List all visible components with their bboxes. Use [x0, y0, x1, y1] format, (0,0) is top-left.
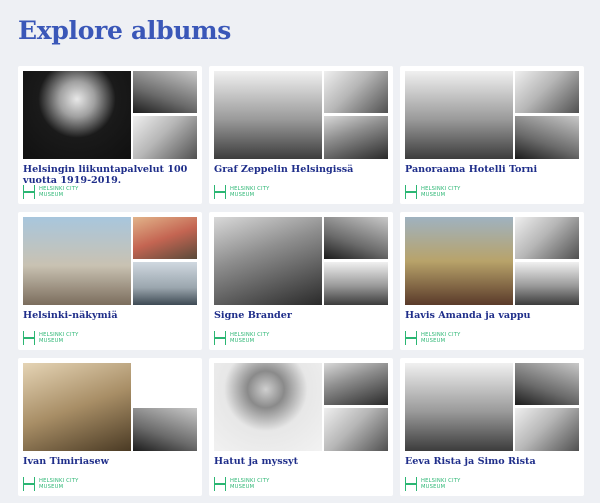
album-thumbnail[interactable]	[133, 363, 197, 405]
album-card-signe-brander[interactable]: Signe Brander HELSINKI CITY MUSEUM	[209, 212, 393, 350]
helsinki-city-museum-logo: HELSINKI CITY MUSEUM	[23, 331, 78, 345]
album-title[interactable]: Ivan Timiriasew	[23, 456, 197, 467]
museum-h-icon	[214, 331, 226, 345]
album-thumbnail[interactable]	[133, 116, 197, 159]
helsinki-city-museum-logo: HELSINKI CITY MUSEUM	[23, 477, 78, 491]
museum-h-icon	[23, 185, 35, 199]
album-main-photo[interactable]	[214, 363, 322, 451]
album-card-eeva-simo-rista[interactable]: Eeva Rista ja Simo Rista HELSINKI CITY MU…	[400, 358, 584, 496]
album-card-ivan-timiriasew[interactable]: Ivan Timiriasew HELSINKI CITY MUSEUM	[18, 358, 202, 496]
album-main-photo[interactable]	[23, 363, 131, 451]
helsinki-city-museum-logo: HELSINKI CITY MUSEUM	[214, 331, 269, 345]
album-card-graf-zeppelin[interactable]: Graf Zeppelin Helsingissä HELSINKI CITY M…	[209, 66, 393, 204]
album-card-havis-amanda[interactable]: Havis Amanda ja vappu HELSINKI CITY MUSEU…	[400, 212, 584, 350]
album-thumbnail[interactable]	[515, 363, 579, 405]
museum-h-icon	[405, 331, 417, 345]
album-main-photo[interactable]	[405, 363, 513, 451]
album-main-photo[interactable]	[214, 71, 322, 159]
helsinki-city-museum-logo: HELSINKI CITY MUSEUM	[405, 185, 460, 199]
album-title[interactable]: Eeva Rista ja Simo Rista	[405, 456, 579, 467]
album-card-helsinki-nakymia[interactable]: Helsinki-näkymiä HELSINKI CITY MUSEUM	[18, 212, 202, 350]
museum-h-icon	[23, 477, 35, 491]
album-title[interactable]: Signe Brander	[214, 310, 388, 321]
helsinki-city-museum-logo: HELSINKI CITY MUSEUM	[23, 185, 78, 199]
museum-h-icon	[214, 185, 226, 199]
album-thumbnail[interactable]	[515, 262, 579, 305]
album-main-photo[interactable]	[214, 217, 322, 305]
album-title[interactable]: Helsingin liikuntapalvelut 100 vuotta 19…	[23, 164, 197, 186]
helsinki-city-museum-logo: HELSINKI CITY MUSEUM	[405, 477, 460, 491]
album-card-liikuntapalvelut[interactable]: Helsingin liikuntapalvelut 100 vuotta 19…	[18, 66, 202, 204]
album-card-hatut-ja-myssyt[interactable]: Hatut ja myssyt HELSINKI CITY MUSEUM	[209, 358, 393, 496]
page-title: Explore albums	[18, 16, 232, 45]
album-thumbnail[interactable]	[133, 217, 197, 259]
album-thumbnail[interactable]	[133, 408, 197, 451]
album-title[interactable]: Helsinki-näkymiä	[23, 310, 197, 321]
album-card-panoraama[interactable]: Panoraama Hotelli Torni HELSINKI CITY MUS…	[400, 66, 584, 204]
album-main-photo[interactable]	[23, 71, 131, 159]
album-thumbnail[interactable]	[324, 363, 388, 405]
album-thumbnail[interactable]	[515, 71, 579, 113]
album-main-photo[interactable]	[405, 71, 513, 159]
helsinki-city-museum-logo: HELSINKI CITY MUSEUM	[214, 477, 269, 491]
museum-h-icon	[405, 477, 417, 491]
museum-h-icon	[214, 477, 226, 491]
album-thumbnail[interactable]	[133, 71, 197, 113]
album-thumbnail[interactable]	[133, 262, 197, 305]
album-thumbnail[interactable]	[515, 116, 579, 159]
album-thumbnail[interactable]	[324, 71, 388, 113]
album-title[interactable]: Hatut ja myssyt	[214, 456, 388, 467]
album-thumbnail[interactable]	[515, 217, 579, 259]
album-thumbnail[interactable]	[324, 116, 388, 159]
album-thumbnail[interactable]	[324, 408, 388, 451]
album-thumbnail[interactable]	[324, 217, 388, 259]
album-main-photo[interactable]	[23, 217, 131, 305]
museum-h-icon	[23, 331, 35, 345]
helsinki-city-museum-logo: HELSINKI CITY MUSEUM	[214, 185, 269, 199]
album-main-photo[interactable]	[405, 217, 513, 305]
helsinki-city-museum-logo: HELSINKI CITY MUSEUM	[405, 331, 460, 345]
album-title[interactable]: Graf Zeppelin Helsingissä	[214, 164, 388, 175]
album-title[interactable]: Panoraama Hotelli Torni	[405, 164, 579, 175]
album-title[interactable]: Havis Amanda ja vappu	[405, 310, 579, 321]
album-thumbnail[interactable]	[324, 262, 388, 305]
album-thumbnail[interactable]	[515, 408, 579, 451]
museum-h-icon	[405, 185, 417, 199]
